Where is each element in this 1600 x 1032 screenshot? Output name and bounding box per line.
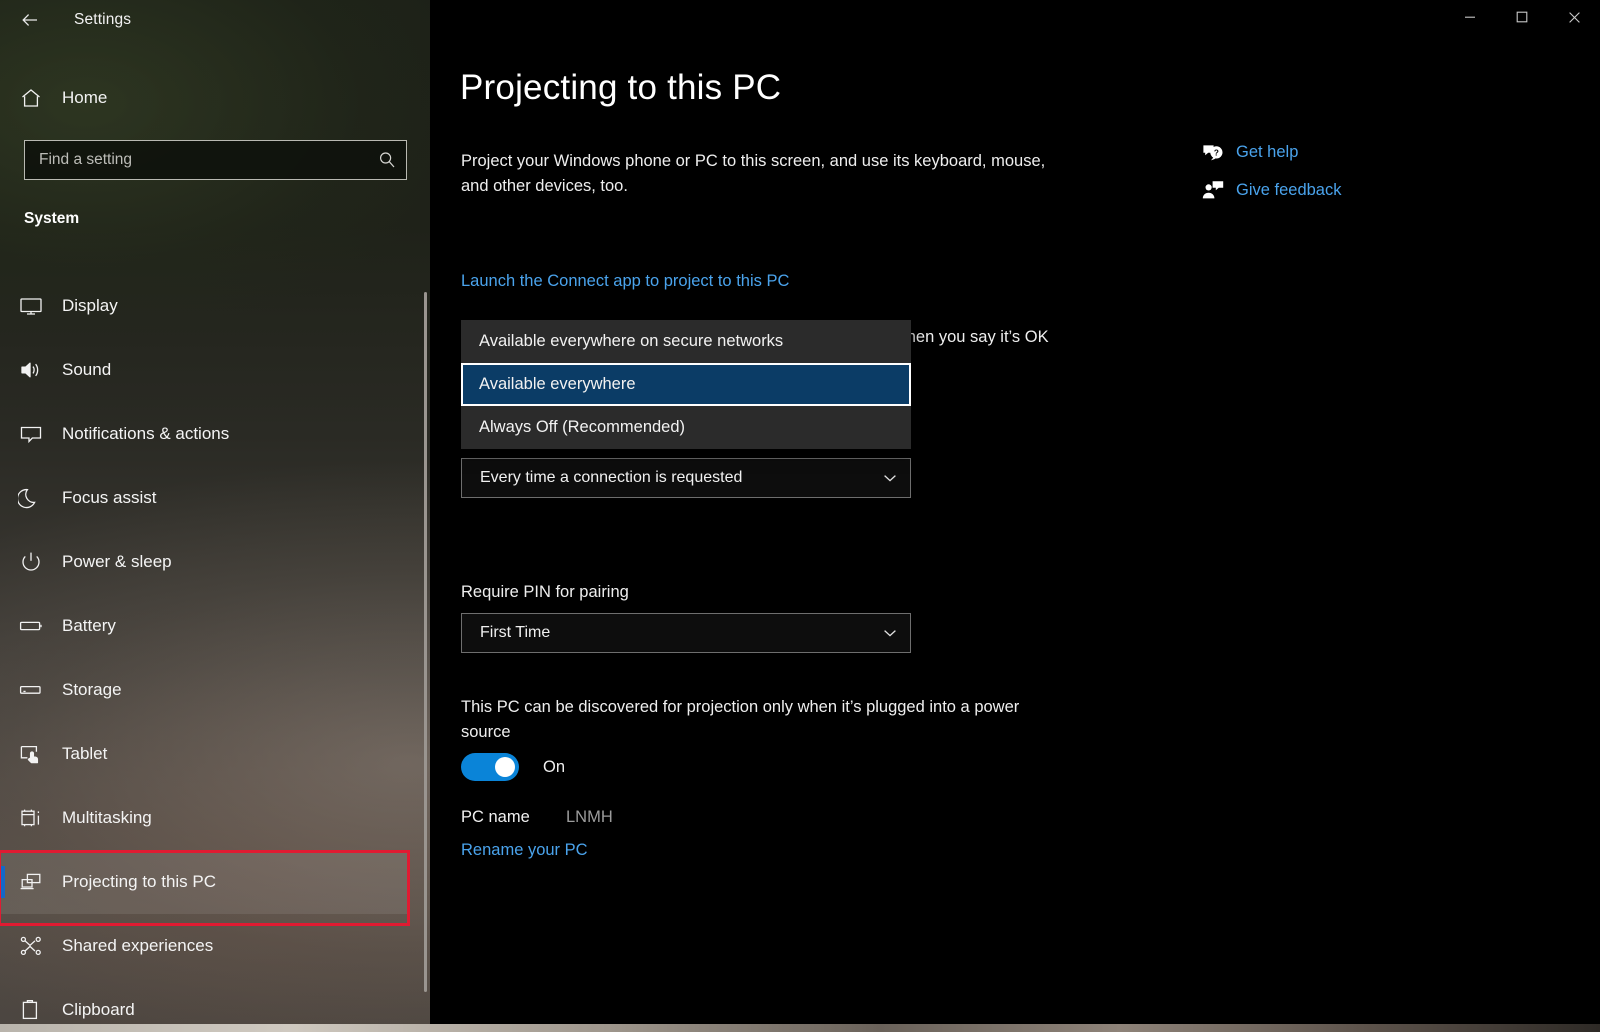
sidebar-item-label: Battery	[62, 616, 116, 635]
sidebar-item-label: Storage	[62, 680, 122, 699]
minimize-button[interactable]	[1444, 0, 1496, 34]
power-icon	[0, 549, 62, 575]
sidebar-item-projecting-to-this-pc[interactable]: Projecting to this PC	[0, 850, 410, 926]
search-input[interactable]	[25, 151, 368, 169]
power-source-toggle[interactable]	[461, 753, 519, 781]
dropdown-option[interactable]: Always Off (Recommended)	[461, 406, 911, 449]
sidebar-item-label: Focus assist	[62, 488, 157, 507]
sidebar-item-sound[interactable]: Sound	[0, 338, 410, 402]
multitasking-icon	[0, 805, 62, 831]
search-container	[24, 140, 407, 180]
sidebar-item-label: Notifications & actions	[62, 424, 230, 443]
sidebar-item-label: Projecting to this PC	[62, 872, 217, 891]
moon-icon	[0, 485, 62, 511]
search-box[interactable]	[24, 140, 407, 180]
page-title: Projecting to this PC	[460, 68, 782, 107]
drive-icon	[0, 677, 62, 703]
rename-pc-link[interactable]: Rename your PC	[461, 841, 588, 860]
tablet-touch-icon	[0, 741, 62, 767]
clipboard-icon	[0, 997, 62, 1023]
sidebar-item-focus-assist[interactable]: Focus assist	[0, 466, 410, 530]
sidebar-item-power-sleep[interactable]: Power & sleep	[0, 530, 410, 594]
feedback-person-icon	[1190, 178, 1236, 202]
get-help-link[interactable]: ? Get help	[1190, 133, 1430, 171]
pc-name-label: PC name	[461, 808, 530, 826]
sidebar-item-label: Sound	[62, 360, 112, 379]
battery-icon	[0, 613, 62, 639]
sidebar-item-home[interactable]: Home	[0, 78, 430, 118]
sidebar-home-label: Home	[62, 88, 108, 107]
require-pin-label: Require PIN for pairing	[461, 583, 629, 601]
close-button[interactable]	[1548, 0, 1600, 34]
sidebar-item-label: Clipboard	[62, 1000, 135, 1019]
chat-bubble-icon	[0, 421, 62, 447]
sidebar-item-battery[interactable]: Battery	[0, 594, 410, 658]
sidebar-item-shared-experiences[interactable]: Shared experiences	[0, 914, 410, 978]
sidebar-scrollbar[interactable]	[424, 292, 427, 992]
launch-connect-app-link[interactable]: Launch the Connect app to project to thi…	[461, 272, 789, 291]
dropdown-option[interactable]: Available everywhere on secure networks	[461, 320, 911, 363]
sidebar-item-notifications[interactable]: Notifications & actions	[0, 402, 410, 466]
require-pin-combobox[interactable]: First Time	[461, 613, 911, 653]
project-screen-icon	[0, 869, 62, 895]
settings-window: Home System Display	[0, 0, 1600, 1032]
sidebar-section-header: System	[24, 210, 80, 227]
share-nodes-icon	[0, 933, 62, 959]
sidebar-item-tablet[interactable]: Tablet	[0, 722, 410, 786]
desktop-background-strip	[0, 1024, 1600, 1032]
pc-name-row: PC name LNMH	[461, 808, 613, 827]
sidebar: Home System Display	[0, 0, 430, 1032]
sidebar-item-display[interactable]: Display	[0, 274, 410, 338]
monitor-icon	[0, 293, 62, 319]
page-description: Project your Windows phone or PC to this…	[461, 152, 1046, 195]
sidebar-item-label: Shared experiences	[62, 936, 214, 955]
projection-availability-combobox[interactable]: Every time a connection is requested	[461, 458, 911, 498]
sidebar-item-label: Multitasking	[62, 808, 152, 827]
search-icon[interactable]	[368, 150, 406, 170]
help-links-panel: ? Get help Give feedback	[1190, 133, 1430, 209]
sidebar-item-multitasking[interactable]: Multitasking	[0, 786, 410, 850]
main-content: Projecting to this PC Project your Windo…	[430, 40, 1600, 1032]
combobox-value: Every time a connection is requested	[480, 469, 743, 486]
dropdown-option-selected[interactable]: Available everywhere	[461, 363, 911, 406]
svg-text:?: ?	[1214, 149, 1219, 158]
sidebar-nav-list: Display Sound Notifications & actions Fo…	[0, 274, 430, 1032]
sidebar-item-label: Display	[62, 296, 118, 315]
help-link-label: Give feedback	[1236, 180, 1342, 199]
window-controls	[1444, 0, 1600, 34]
title-bar: Settings	[0, 0, 1600, 40]
speaker-icon	[0, 357, 62, 383]
home-icon	[0, 86, 62, 110]
sidebar-item-label: Power & sleep	[62, 552, 172, 571]
give-feedback-link[interactable]: Give feedback	[1190, 171, 1430, 209]
sidebar-item-label: Tablet	[62, 744, 108, 763]
chevron-down-icon	[870, 624, 910, 642]
power-source-label: This PC can be discovered for projection…	[461, 698, 1020, 741]
question-bubble-icon: ?	[1190, 140, 1236, 164]
toggle-knob	[495, 757, 515, 777]
combobox-value: First Time	[480, 624, 551, 641]
power-source-toggle-row: On	[461, 753, 565, 781]
pc-name-value: LNMH	[566, 808, 613, 826]
help-link-label: Get help	[1236, 142, 1299, 161]
projection-availability-dropdown-list[interactable]: Available everywhere on secure networks …	[461, 320, 911, 449]
maximize-button[interactable]	[1496, 0, 1548, 34]
toggle-state-label: On	[543, 757, 566, 776]
app-title: Settings	[74, 11, 132, 28]
chevron-down-icon	[870, 469, 910, 487]
sidebar-item-storage[interactable]: Storage	[0, 658, 410, 722]
back-button[interactable]	[10, 2, 50, 38]
